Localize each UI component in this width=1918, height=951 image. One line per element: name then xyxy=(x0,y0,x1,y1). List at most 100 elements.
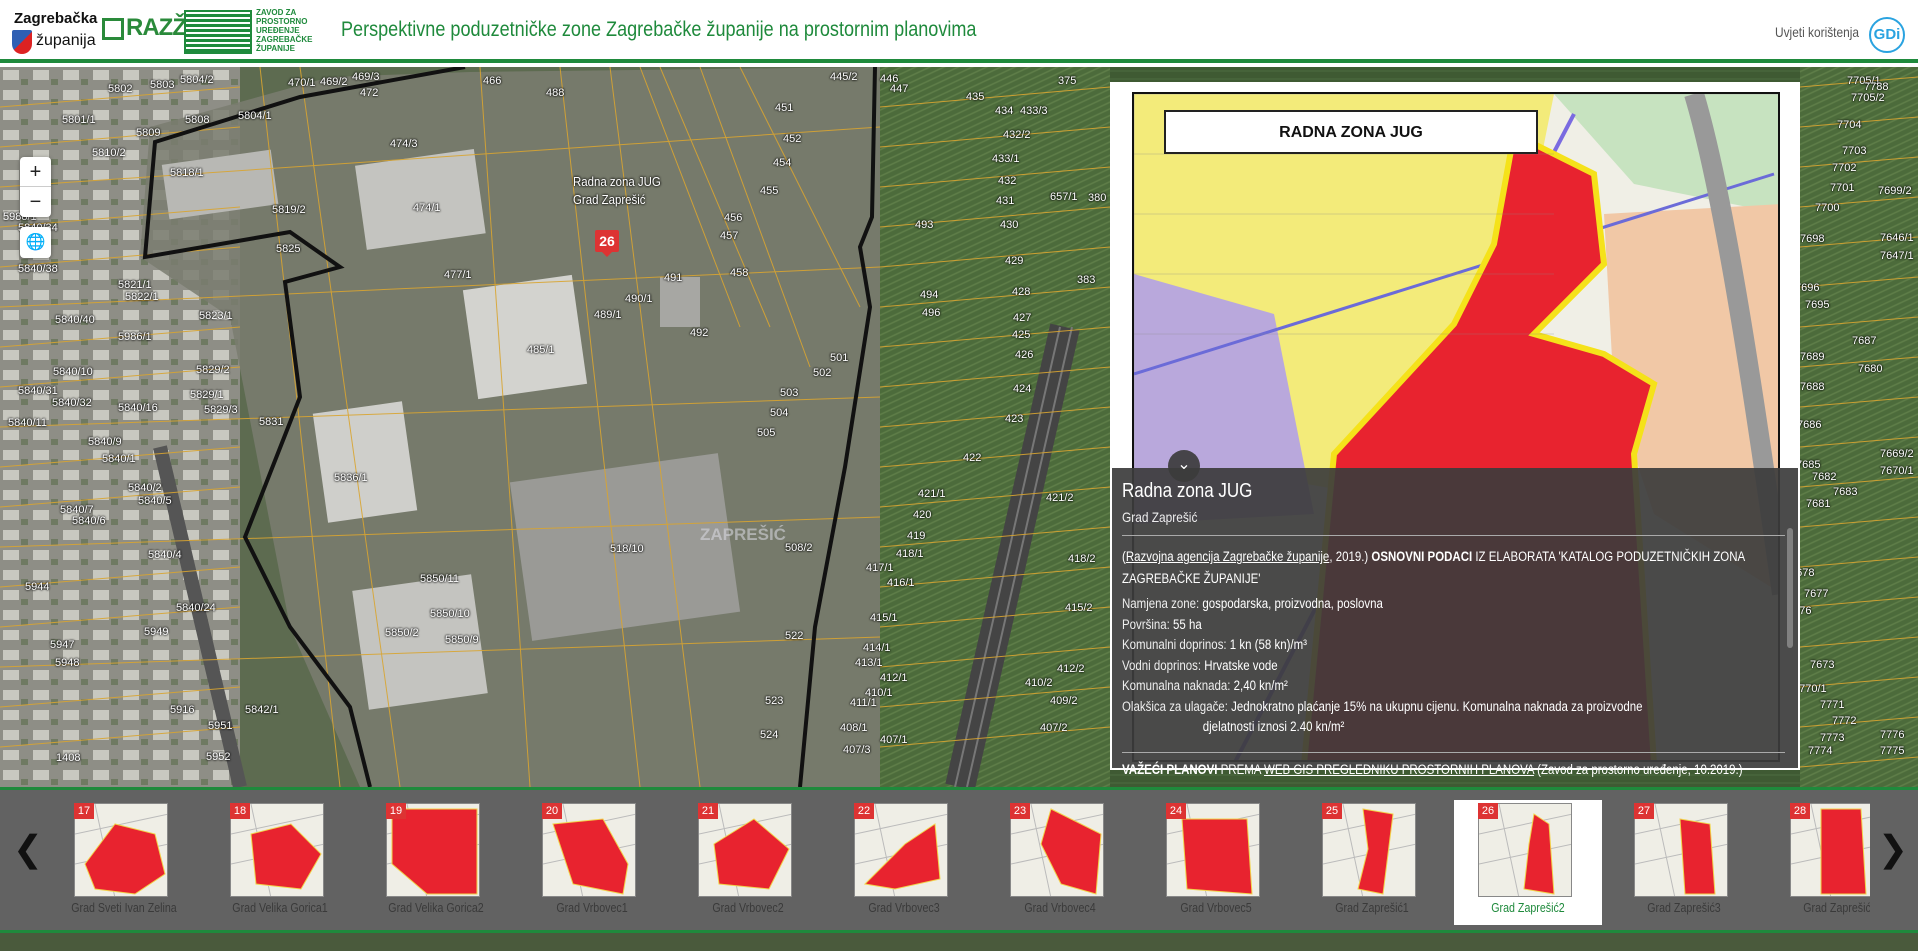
parcel-label: 5818/1 xyxy=(170,167,204,179)
page-title: Perspektivne poduzetničke zone Zagrebačk… xyxy=(341,18,977,41)
parcel-label: 5822/1 xyxy=(125,291,159,303)
chevron-right-icon[interactable]: ❯ xyxy=(1873,828,1913,870)
thumbnail-number: 25 xyxy=(1322,803,1342,819)
zone-city: Grad Zaprešić xyxy=(1122,509,1198,525)
zavod-logo[interactable]: ZAVOD ZA PROSTORNO UREĐENJE ZAGREBAČKE ŽUPAN… xyxy=(184,8,312,56)
zagrebacka-zupanija-logo[interactable]: Zagrebačka županija xyxy=(12,10,100,54)
parcel-label: 454 xyxy=(773,157,792,169)
parcel-label: 7646/1 xyxy=(1880,232,1914,244)
parcel-label: 469/2 xyxy=(320,76,348,88)
parcel-label: 5810/2 xyxy=(92,147,126,159)
parcel-label: 432/2 xyxy=(1003,129,1031,141)
attr-key: Površina: xyxy=(1122,616,1174,632)
parcel-label: 410/2 xyxy=(1025,677,1053,689)
terms-of-use-link[interactable]: Uvjeti korištenja xyxy=(1775,24,1859,40)
gdi-logo[interactable]: GDi xyxy=(1869,17,1905,53)
zoom-in-button[interactable]: + xyxy=(20,157,51,187)
parcel-label: 407/1 xyxy=(880,734,908,746)
parcel-label: 7687 xyxy=(1852,335,1877,347)
chevron-down-icon[interactable]: ⌄ xyxy=(1168,450,1200,482)
parcel-label: 7773 xyxy=(1820,732,1845,744)
source-link[interactable]: Razvojna agencija Zagrebačke županije xyxy=(1126,549,1329,564)
parcel-label: 5986/1 xyxy=(118,331,152,343)
parcel-label: 657/1 xyxy=(1050,191,1078,203)
parcel-label: 5850/2 xyxy=(385,627,419,639)
parcel-label: 451 xyxy=(775,102,794,114)
thumbnail-caption: Grad Zaprešić2 xyxy=(1491,900,1565,915)
parcel-label: 5840/11 xyxy=(8,417,47,429)
thumbnail-number: 21 xyxy=(698,803,718,819)
parcel-label: 7689 xyxy=(1800,351,1825,363)
parcel-label: 493 xyxy=(915,219,934,231)
parcel-label: 5840/40 xyxy=(55,314,95,326)
parcel-label: 416/1 xyxy=(887,577,915,589)
parcel-label: 5916 xyxy=(170,704,195,716)
logo-text-line2: županija xyxy=(36,32,96,49)
thumbnail-caption: Grad Vrbovec5 xyxy=(1180,900,1252,915)
divider xyxy=(1122,751,1785,753)
thumbnail-number: 22 xyxy=(854,803,874,819)
parcel-label: 5840/24 xyxy=(176,602,216,614)
attr-key: Olakšica za ulagače: xyxy=(1122,698,1232,714)
thumbnail-number: 26 xyxy=(1478,803,1498,819)
zone-thumbnail[interactable]: 18 Grad Velika Gorica1 xyxy=(206,800,354,925)
plans-heading: VAŽEĆI PLANOVI xyxy=(1122,761,1218,777)
chevron-left-icon[interactable]: ❮ xyxy=(8,828,48,870)
parcel-label: 432 xyxy=(998,175,1017,187)
parcel-label: 474/1 xyxy=(413,202,441,214)
info-scrollbar[interactable] xyxy=(1787,528,1793,648)
zone-attribute-row: Komunalni doprinos: 1 kn (58 kn)/m³ xyxy=(1122,635,1785,656)
zone-marker[interactable]: 26 xyxy=(595,230,619,257)
thumbnail-caption: Grad Zaprešić3 xyxy=(1647,900,1721,915)
zone-thumbnail[interactable]: 26 Grad Zaprešić2 xyxy=(1454,800,1602,925)
parcel-label: 383 xyxy=(1077,274,1096,286)
parcel-label: 7669/2 xyxy=(1880,448,1914,460)
parcel-label: 5840/10 xyxy=(53,366,93,378)
parcel-label: 420 xyxy=(913,509,932,521)
parcel-label: 7776 xyxy=(1880,729,1905,741)
parcel-label: 5944 xyxy=(25,581,50,593)
zoom-out-button[interactable]: − xyxy=(20,187,51,217)
parcel-label: 523 xyxy=(765,695,784,707)
parcel-label: 434 xyxy=(995,105,1014,117)
razz-logo[interactable]: RAZŽ xyxy=(102,14,187,46)
parcel-label: 407/2 xyxy=(1040,722,1068,734)
globe-icon[interactable]: 🌐 xyxy=(20,227,51,258)
zone-thumbnail[interactable]: 28 Grad Zaprešić4 xyxy=(1766,800,1870,925)
zavod-logo-line: ZAVOD ZA xyxy=(256,8,297,17)
thumbnail-caption: Grad Vrbovec1 xyxy=(556,900,628,915)
zone-thumbnail[interactable]: 20 Grad Vrbovec1 xyxy=(518,800,666,925)
zone-thumbnail[interactable]: 22 Grad Vrbovec3 xyxy=(830,800,978,925)
attr-value: gospodarska, proizvodna, poslovna xyxy=(1202,596,1383,611)
plans-link[interactable]: WEB GIS PREGLEDNIKU PROSTORNIH PLANOVA xyxy=(1264,762,1534,777)
parcel-label: 375 xyxy=(1058,75,1077,87)
zone-thumbnail[interactable]: 17 Grad Sveti Ivan Zelina xyxy=(50,800,198,925)
parcel-label: 7771 xyxy=(1820,699,1845,711)
parcel-label: 446 xyxy=(880,73,899,85)
parcel-label: 466 xyxy=(483,75,502,87)
parcel-label: 7695 xyxy=(1805,299,1830,311)
zone-thumbnail[interactable]: 25 Grad Zaprešić1 xyxy=(1298,800,1446,925)
zone-thumbnail[interactable]: 27 Grad Zaprešić3 xyxy=(1610,800,1758,925)
parcel-label: 488 xyxy=(546,87,565,99)
parcel-label: 424 xyxy=(1013,383,1032,395)
parcel-label: 5850/10 xyxy=(430,608,470,620)
attr-value: 2,40 kn/m² xyxy=(1233,678,1288,693)
parcel-label: 522 xyxy=(785,630,804,642)
zone-thumbnail[interactable]: 24 Grad Vrbovec5 xyxy=(1142,800,1290,925)
app-header: Zagrebačka županija RAZŽ ZAVOD ZA PROSTOR… xyxy=(0,0,1918,63)
parcel-label: 7673 xyxy=(1810,659,1835,671)
zone-thumbnail[interactable]: 21 Grad Vrbovec2 xyxy=(674,800,822,925)
parcel-label: 7705/2 xyxy=(1851,92,1885,104)
zone-thumbnail[interactable]: 19 Grad Velika Gorica2 xyxy=(362,800,510,925)
zone-thumbnail[interactable]: 23 Grad Vrbovec4 xyxy=(986,800,1134,925)
parcel-label: 7647/1 xyxy=(1880,250,1914,262)
parcel-label: 408/1 xyxy=(840,722,868,734)
parcel-label: 5801/1 xyxy=(62,114,96,126)
zone-tooltip-name: Radna zona JUG xyxy=(573,174,661,189)
thumbnail-number: 28 xyxy=(1790,803,1810,819)
basic-heading: OSNOVNI PODACI xyxy=(1371,549,1473,564)
attr-continuation: djelatnosti iznosi 2.40 kn/m² xyxy=(1202,719,1345,734)
thumbnail-caption: Grad Zaprešić4 xyxy=(1803,900,1870,915)
parcel-label: 422 xyxy=(963,452,982,464)
